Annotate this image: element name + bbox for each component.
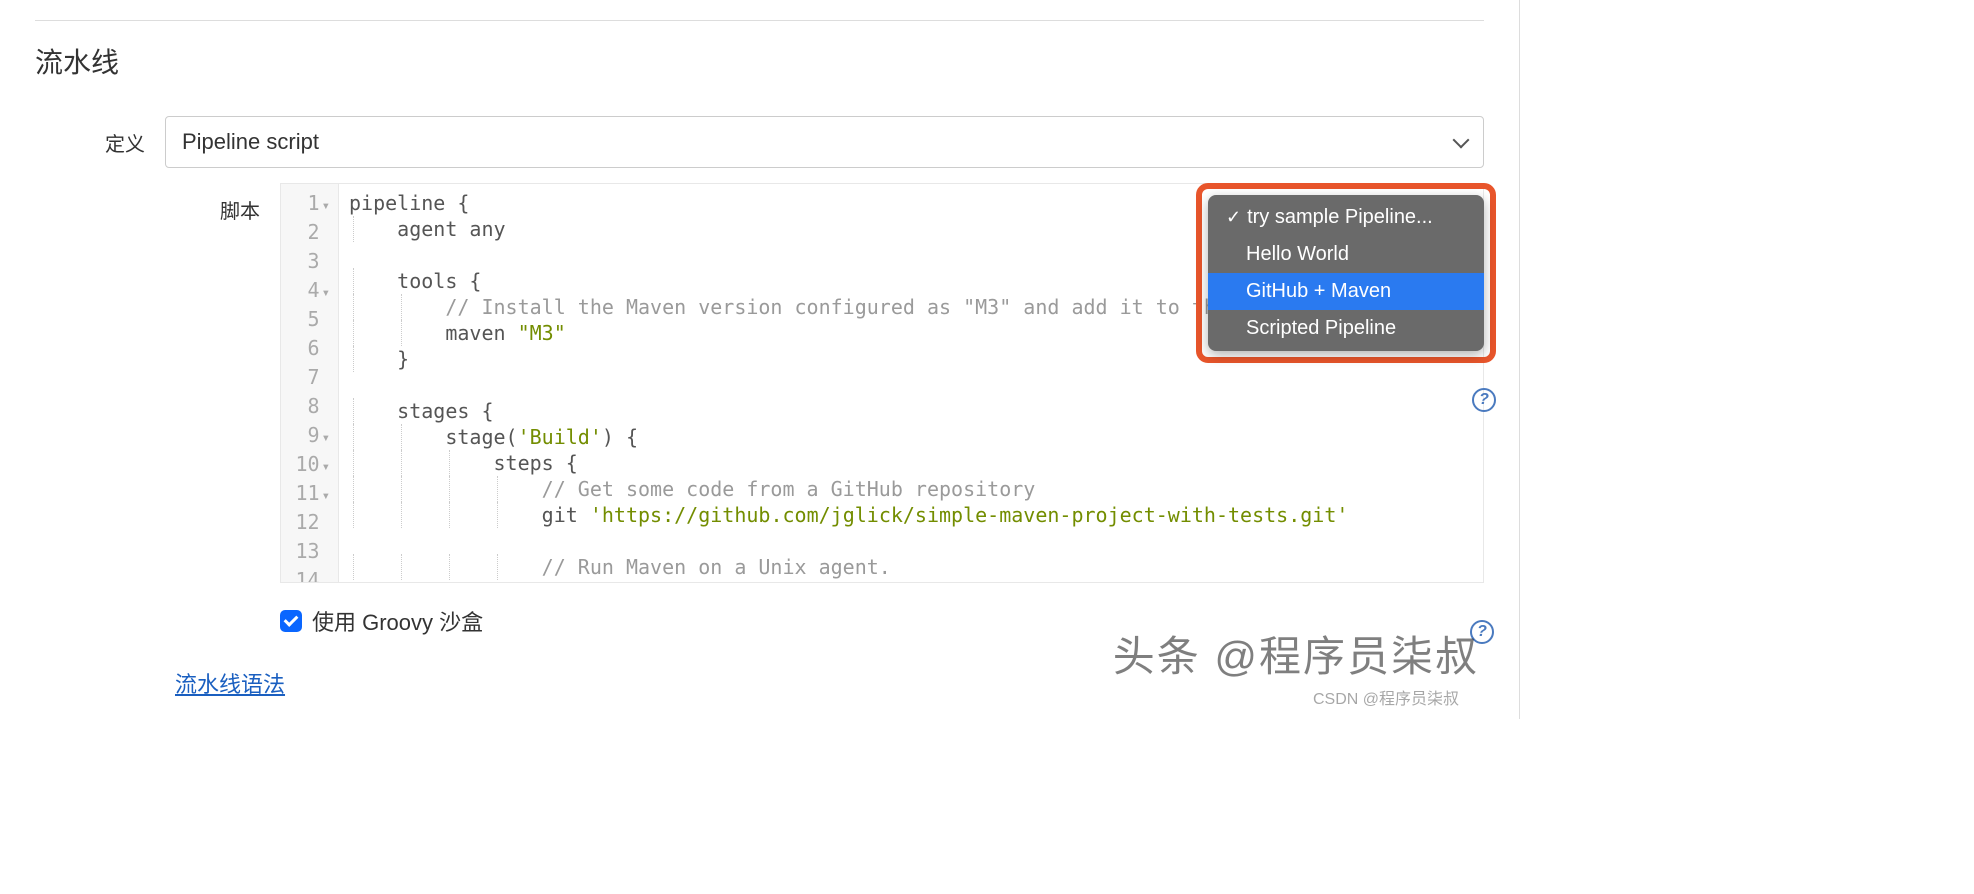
gutter-line: 1▾ xyxy=(295,190,330,219)
definition-label: 定义 xyxy=(35,116,165,157)
code-line: stages { xyxy=(349,398,1473,424)
gutter-line: 9▾ xyxy=(295,422,330,451)
gutter-line: 11▾ xyxy=(295,480,330,509)
dropdown-item[interactable]: Hello World xyxy=(1208,236,1484,273)
watermark: 头条 @程序员柒叔 xyxy=(1113,623,1479,684)
pipeline-syntax-link[interactable]: 流水线语法 xyxy=(175,672,285,697)
script-row: 脚本 1▾2 3 4▾5 6 7 8 9▾10▾11▾12 13 14 15 p… xyxy=(35,183,1484,583)
sandbox-label: 使用 Groovy 沙盒 xyxy=(312,605,483,637)
sample-pipeline-dropdown[interactable]: ✓ try sample Pipeline... Hello World GitHub… xyxy=(1208,195,1484,351)
sandbox-checkbox[interactable] xyxy=(280,610,302,632)
help-icon[interactable]: ? xyxy=(1472,388,1496,412)
gutter-line: 4▾ xyxy=(295,277,330,306)
script-label: 脚本 xyxy=(35,183,280,224)
section-title: 流水线 xyxy=(35,41,1484,81)
dropdown-item[interactable]: ✓ try sample Pipeline... xyxy=(1208,199,1484,236)
fold-marker-icon[interactable]: ▾ xyxy=(322,425,330,451)
gutter-line: 5 xyxy=(295,306,330,335)
gutter-line: 10▾ xyxy=(295,451,330,480)
fold-marker-icon[interactable]: ▾ xyxy=(322,454,330,480)
dropdown-item-label: GitHub + Maven xyxy=(1246,280,1391,303)
gutter-line: 6 xyxy=(295,335,330,364)
code-line: steps { xyxy=(349,450,1473,476)
dropdown-item[interactable]: Scripted Pipeline xyxy=(1208,310,1484,347)
fold-marker-icon[interactable]: ▾ xyxy=(322,483,330,509)
dropdown-item-label: try sample Pipeline... xyxy=(1247,206,1433,229)
check-icon: ✓ xyxy=(1226,207,1241,228)
definition-select-value: Pipeline script xyxy=(182,129,319,155)
code-line xyxy=(349,528,1473,554)
editor-gutter: 1▾2 3 4▾5 6 7 8 9▾10▾11▾12 13 14 15 xyxy=(281,184,339,582)
code-line: stage('Build') { xyxy=(349,424,1473,450)
code-line: // Run Maven on a Unix agent. xyxy=(349,554,1473,580)
gutter-line: 13 xyxy=(295,538,330,567)
code-line: git 'https://github.com/jglick/simple-ma… xyxy=(349,502,1473,528)
code-line: // Get some code from a GitHub repositor… xyxy=(349,476,1473,502)
definition-select[interactable]: Pipeline script xyxy=(165,116,1484,168)
definition-row: 定义 Pipeline script xyxy=(35,116,1484,168)
gutter-line: 7 xyxy=(295,364,330,393)
code-line xyxy=(349,372,1473,398)
gutter-line: 12 xyxy=(295,509,330,538)
fold-marker-icon[interactable]: ▾ xyxy=(322,193,330,219)
fold-marker-icon[interactable]: ▾ xyxy=(322,280,330,306)
chevron-down-icon xyxy=(1453,132,1470,149)
gutter-line: 2 xyxy=(295,219,330,248)
gutter-line: 3 xyxy=(295,248,330,277)
gutter-line: 8 xyxy=(295,393,330,422)
dropdown-item-label: Hello World xyxy=(1246,243,1349,266)
gutter-line: 14 xyxy=(295,567,330,583)
dropdown-item[interactable]: GitHub + Maven xyxy=(1208,273,1484,310)
watermark-sub: CSDN @程序员柒叔 xyxy=(1313,685,1459,709)
dropdown-item-label: Scripted Pipeline xyxy=(1246,317,1396,340)
sample-pipeline-highlight: ✓ try sample Pipeline... Hello World GitHub… xyxy=(1196,183,1496,363)
